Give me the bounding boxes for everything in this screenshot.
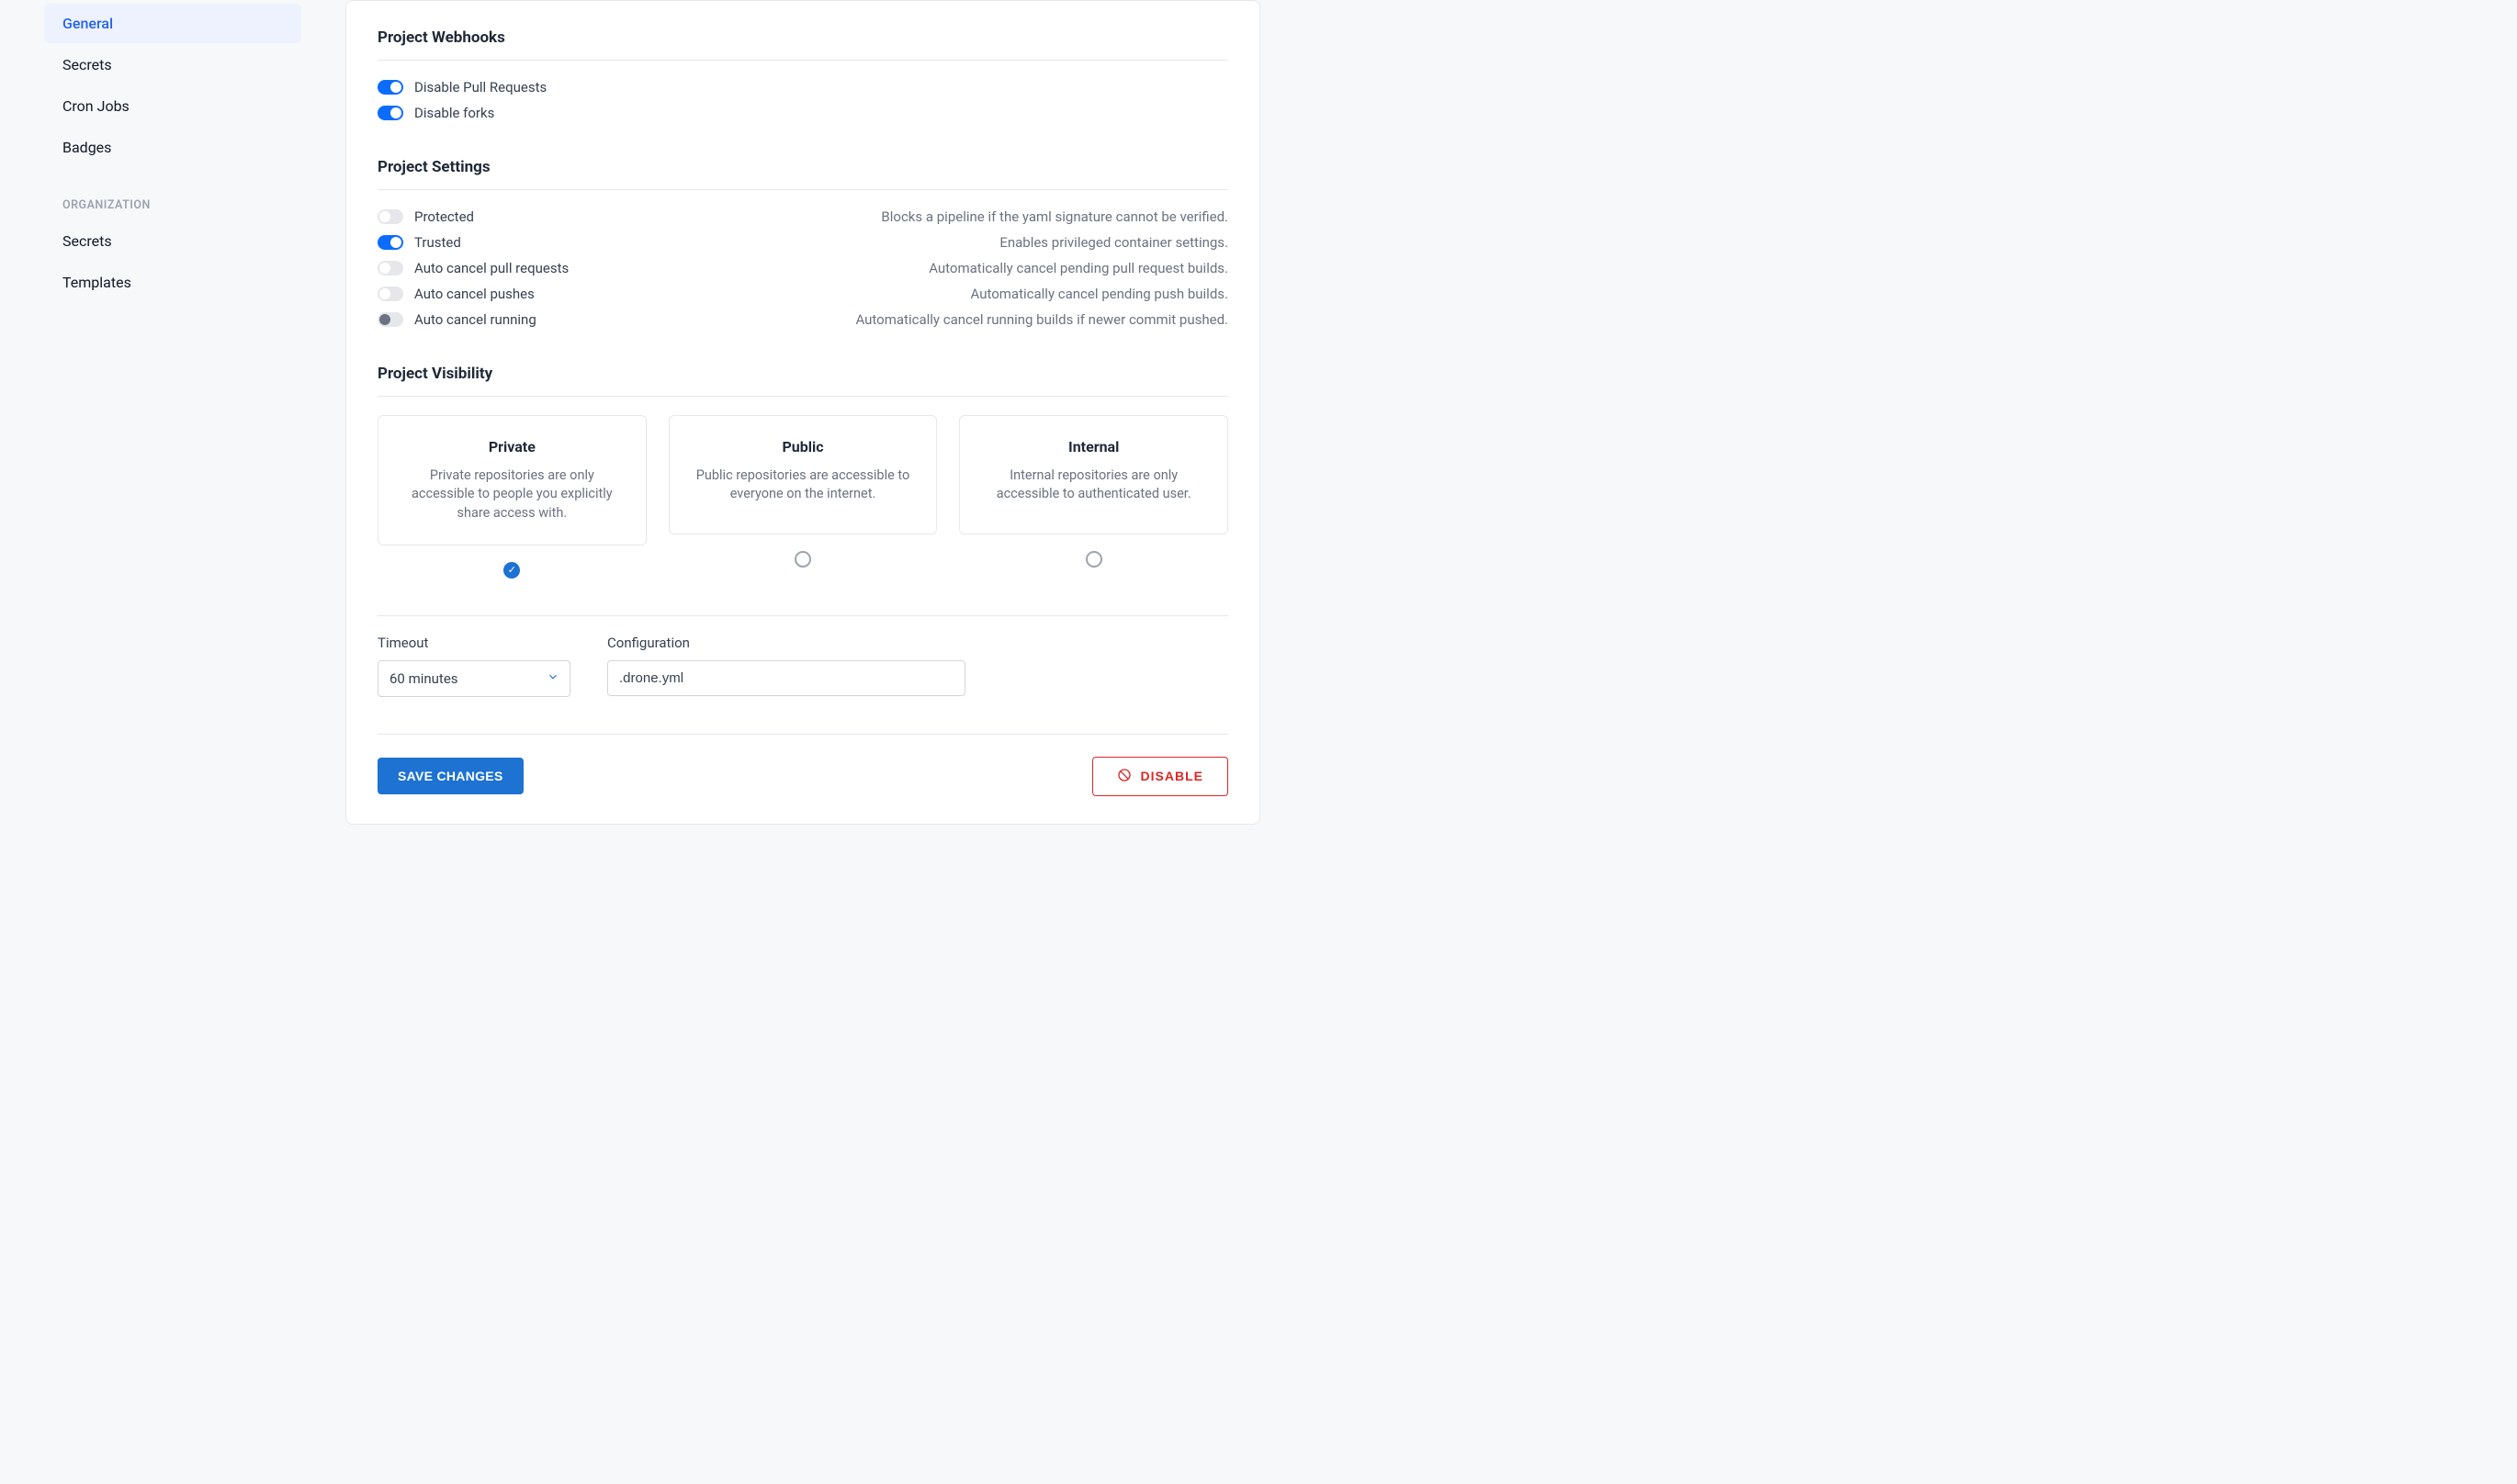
section-form: Timeout 60 minutes Configuration	[378, 615, 1228, 697]
webhooks-title: Project Webhooks	[378, 28, 1228, 47]
settings-sidebar: General Secrets Cron Jobs Badges ORGANIZ…	[44, 0, 301, 825]
card-title: Public	[688, 438, 919, 455]
section-settings: Project Settings Protected Blocks a pipe…	[378, 158, 1228, 328]
timeout-label: Timeout	[378, 635, 570, 651]
toggle-label: Disable Pull Requests	[414, 79, 547, 96]
toggle-row-disable-forks: Disable forks	[378, 105, 1228, 121]
toggle-disable-forks[interactable]	[378, 106, 403, 120]
sidebar-org-heading: ORGANIZATION	[44, 169, 301, 221]
toggle-auto-cancel-pushes[interactable]	[378, 287, 403, 301]
toggle-desc: Blocks a pipeline if the yaml signature …	[881, 208, 1228, 225]
section-visibility: Project Visibility Private Private repos…	[378, 365, 1228, 579]
timeout-select[interactable]: 60 minutes	[378, 660, 570, 697]
toggle-label: Auto cancel pull requests	[414, 260, 569, 276]
disable-button-label: DISABLE	[1141, 769, 1203, 783]
toggle-label: Trusted	[414, 234, 461, 251]
toggle-label: Disable forks	[414, 105, 494, 121]
toggle-label: Auto cancel running	[414, 311, 536, 328]
card-title: Internal	[978, 438, 1209, 455]
check-icon: ✓	[508, 564, 516, 576]
toggle-desc: Automatically cancel running builds if n…	[855, 311, 1228, 328]
section-webhooks: Project Webhooks Disable Pull Requests D…	[378, 28, 1228, 121]
toggle-row-disable-pr: Disable Pull Requests	[378, 79, 1228, 96]
toggle-label: Auto cancel pushes	[414, 286, 535, 302]
toggle-desc: Enables privileged container settings.	[999, 234, 1228, 251]
divider	[378, 60, 1228, 61]
settings-title: Project Settings	[378, 158, 1228, 176]
sidebar-item-secrets[interactable]: Secrets	[44, 45, 301, 84]
card-desc: Public repositories are accessible to ev…	[688, 467, 919, 504]
toggle-row-trusted: Trusted Enables privileged container set…	[378, 234, 1228, 251]
toggle-row-protected: Protected Blocks a pipeline if the yaml …	[378, 208, 1228, 225]
disable-button[interactable]: DISABLE	[1092, 757, 1228, 796]
visibility-radio-public[interactable]	[795, 551, 811, 568]
divider	[378, 396, 1228, 397]
card-title: Private	[397, 438, 627, 455]
sidebar-item-cron-jobs[interactable]: Cron Jobs	[44, 86, 301, 126]
config-label: Configuration	[607, 635, 965, 651]
sidebar-item-org-secrets[interactable]: Secrets	[44, 221, 301, 261]
visibility-card-public[interactable]: Public Public repositories are accessibl…	[669, 415, 938, 534]
sidebar-item-org-templates[interactable]: Templates	[44, 263, 301, 302]
toggle-label: Protected	[414, 208, 474, 225]
config-input[interactable]	[607, 660, 965, 696]
toggle-protected[interactable]	[378, 209, 403, 224]
toggle-auto-cancel-running[interactable]	[378, 312, 403, 327]
toggle-trusted[interactable]	[378, 235, 403, 250]
prohibit-icon	[1117, 768, 1132, 785]
divider	[378, 189, 1228, 190]
visibility-radio-private[interactable]: ✓	[503, 562, 520, 579]
action-bar: SAVE CHANGES DISABLE	[378, 734, 1228, 796]
save-button[interactable]: SAVE CHANGES	[378, 758, 524, 794]
toggle-desc: Automatically cancel pending push builds…	[970, 286, 1228, 302]
visibility-radio-internal[interactable]	[1086, 551, 1102, 568]
toggle-auto-cancel-pr[interactable]	[378, 261, 403, 275]
card-desc: Internal repositories are only accessibl…	[978, 467, 1209, 504]
visibility-card-internal[interactable]: Internal Internal repositories are only …	[959, 415, 1228, 534]
toggle-disable-pr[interactable]	[378, 80, 403, 95]
toggle-row-auto-cancel-pr: Auto cancel pull requests Automatically …	[378, 260, 1228, 276]
toggle-row-auto-cancel-pushes: Auto cancel pushes Automatically cancel …	[378, 286, 1228, 302]
visibility-title: Project Visibility	[378, 365, 1228, 383]
card-desc: Private repositories are only accessible…	[397, 467, 627, 523]
visibility-card-private[interactable]: Private Private repositories are only ac…	[378, 415, 647, 545]
toggle-row-auto-cancel-running: Auto cancel running Automatically cancel…	[378, 311, 1228, 328]
toggle-desc: Automatically cancel pending pull reques…	[929, 260, 1228, 276]
sidebar-item-badges[interactable]: Badges	[44, 128, 301, 167]
sidebar-item-general[interactable]: General	[44, 4, 301, 43]
settings-panel: Project Webhooks Disable Pull Requests D…	[345, 0, 1260, 825]
